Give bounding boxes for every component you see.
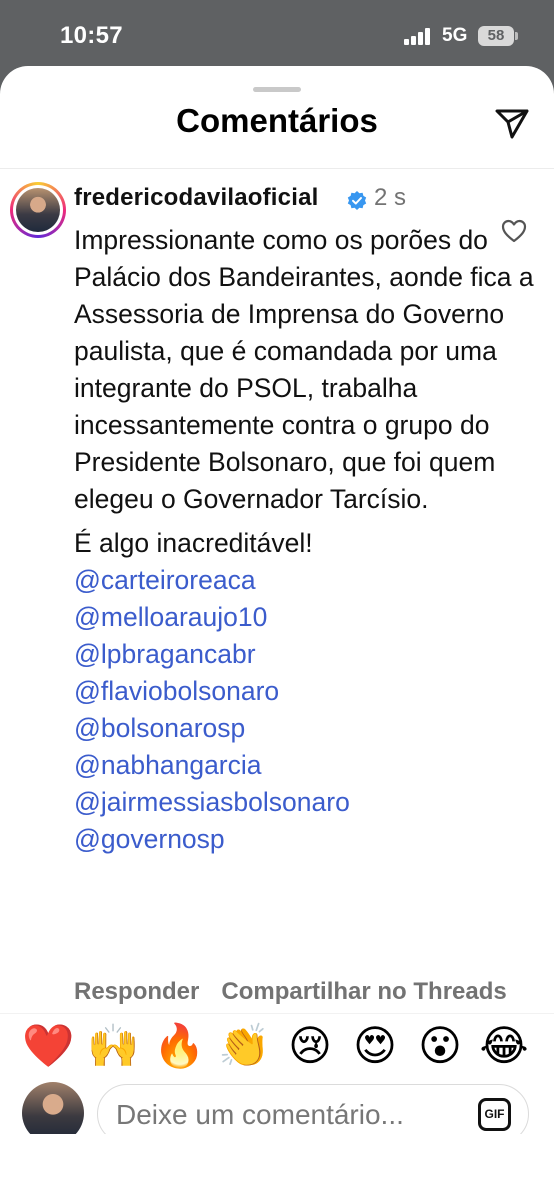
reply-button[interactable]: Responder <box>74 978 199 1005</box>
send-icon <box>495 109 529 139</box>
comment-text: Impressionante como os porões do Palácio… <box>74 225 534 514</box>
sheet-title: Comentários <box>176 102 378 139</box>
status-time: 10:57 <box>60 22 123 49</box>
signal-strength-icon <box>404 27 434 45</box>
share-button[interactable] <box>492 106 532 142</box>
avatar-ring-gap <box>13 185 63 235</box>
emoji-fire-button[interactable]: 🔥 <box>153 1020 205 1072</box>
battery-icon: 58 <box>478 26 514 46</box>
mention-link[interactable]: @bolsonarosp <box>74 710 544 747</box>
comment-username[interactable]: fredericodavilaoficial <box>74 184 319 212</box>
sheet-grabber[interactable] <box>253 87 301 92</box>
comment-input[interactable] <box>116 1098 456 1132</box>
battery-nub <box>515 32 518 40</box>
mention-link[interactable]: @carteiroreaca <box>74 562 544 599</box>
comment-closing: É algo inacreditável! <box>74 528 313 558</box>
status-bar: 10:57 5G 58 <box>0 0 554 66</box>
emoji-heart-button[interactable]: ❤️ <box>22 1020 74 1072</box>
emoji-clap-button[interactable]: 👏 <box>218 1020 270 1072</box>
avatar-story-ring[interactable] <box>10 182 66 238</box>
bottom-safe-area <box>0 1134 554 1200</box>
comment-timestamp: 2 s <box>374 184 407 211</box>
emoji-surprised-button[interactable]: 😮 <box>414 1020 466 1072</box>
comment-actions: Responder Compartilhar no Threads <box>74 978 507 1006</box>
avatar <box>16 188 60 232</box>
share-to-threads-button[interactable]: Compartilhar no Threads <box>221 978 506 1005</box>
emoji-heart-eyes-button[interactable]: 😍 <box>349 1020 401 1072</box>
comments-sheet: Comentários fredericodavilaoficial 2 s I… <box>0 66 554 1200</box>
mention-link[interactable]: @nabhangarcia <box>74 747 544 784</box>
mention-link[interactable]: @lpbragancabr <box>74 636 544 673</box>
network-type: 5G <box>442 25 468 46</box>
mention-link[interactable]: @governosp <box>74 821 544 858</box>
gif-button[interactable]: GIF <box>478 1098 511 1131</box>
header-divider <box>0 168 554 169</box>
mention-link[interactable]: @melloaraujo10 <box>74 599 544 636</box>
emoji-raised-hands-button[interactable]: 🙌 <box>87 1020 139 1072</box>
mention-link[interactable]: @jairmessiasbolsonaro <box>74 784 544 821</box>
emoji-laughing-button[interactable]: 😂 <box>478 1020 530 1072</box>
comment: fredericodavilaoficial 2 s Impressionant… <box>0 178 554 1018</box>
emoji-crying-button[interactable]: 😢 <box>284 1020 336 1072</box>
emoji-reaction-bar: ❤️ 🙌 🔥 👏 😢 😍 😮 😂 GIF <box>0 1013 554 1144</box>
comment-body: Impressionante como os porões do Palácio… <box>74 222 544 858</box>
verified-badge-icon <box>347 191 367 210</box>
mention-link[interactable]: @flaviobolsonaro <box>74 673 544 710</box>
